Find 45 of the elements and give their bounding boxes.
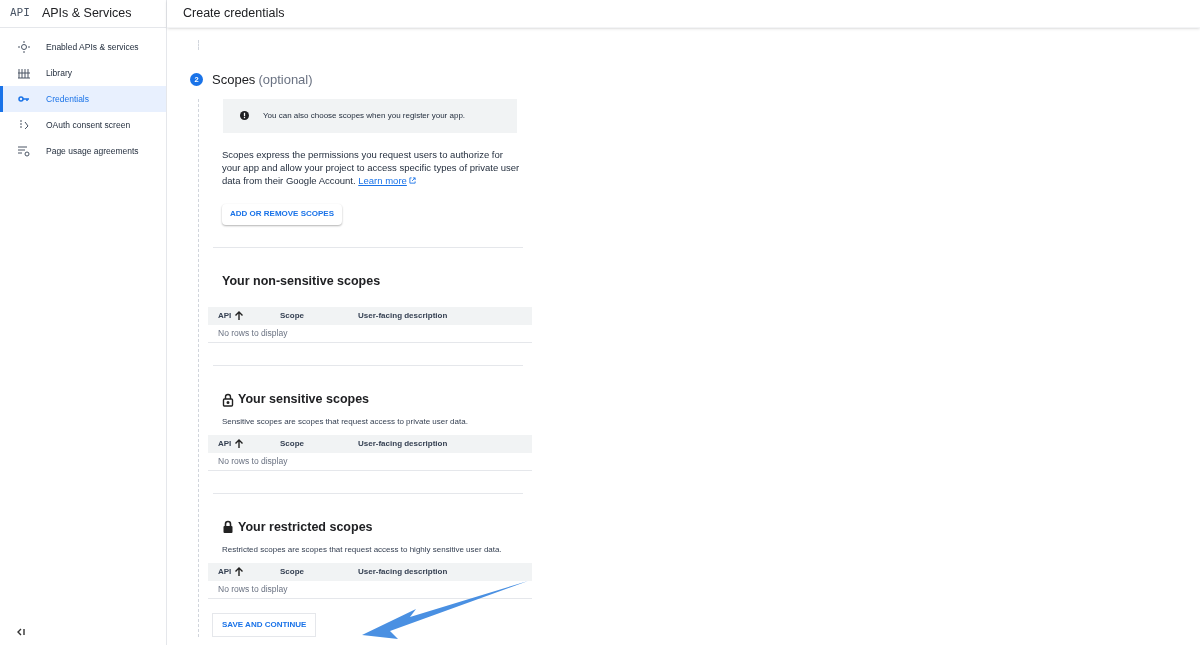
hub-icon [18, 41, 30, 53]
list-settings-icon [18, 145, 30, 157]
column-header[interactable]: API [218, 438, 230, 450]
save-and-continue-button[interactable]: SAVE AND CONTINUE [212, 612, 317, 637]
lock-icon [222, 392, 234, 407]
consent-icon [18, 119, 30, 131]
empty-table-message: No rows to display [218, 455, 288, 468]
info-icon [240, 111, 249, 120]
learn-more-link[interactable]: Learn more [358, 173, 416, 187]
column-header[interactable]: User-facing description [358, 565, 448, 578]
lock-icon [222, 520, 234, 535]
sidebar-item[interactable]: Library [0, 60, 166, 86]
section-heading: Your non-sensitive scopes [222, 272, 381, 290]
sort-arrow-icon[interactable] [234, 311, 244, 322]
collapse-icon[interactable] [16, 627, 26, 637]
api-logo: API [10, 5, 30, 22]
column-header[interactable]: API [218, 310, 230, 323]
sidebar-item[interactable]: Page usage agreements [0, 138, 166, 164]
column-header[interactable]: Scope [280, 310, 358, 323]
section-heading: Your restricted scopes [238, 519, 373, 536]
external-link-icon [408, 176, 416, 184]
key-icon [18, 93, 30, 105]
empty-table-message: No rows to display [218, 327, 288, 341]
product-title: APIs & Services [41, 5, 132, 23]
sidebar-item[interactable]: OAuth consent screen [0, 112, 166, 138]
add-remove-scopes-button[interactable]: ADD OR REMOVE SCOPES [222, 203, 342, 225]
sidebar-item[interactable]: Enabled APIs & services [0, 34, 166, 60]
sort-arrow-icon[interactable] [234, 566, 244, 577]
column-header[interactable]: User-facing description [358, 438, 448, 450]
column-header[interactable]: Scope [280, 438, 358, 450]
sidebar-item[interactable]: Credentials [0, 86, 166, 112]
scopes-description: Scopes express the permissions you request users to authorize for your app and allow your project to access specific types of private user data from their Google Account. Learn more [222, 147, 521, 187]
column-header[interactable]: User-facing description [358, 310, 448, 323]
step-optional-label: (optional) [258, 71, 313, 89]
library-icon [18, 67, 30, 79]
column-header[interactable]: Scope [280, 565, 358, 578]
section-description: Restricted scopes are scopes that request access to highly sensitive user data. [222, 543, 503, 556]
section-description: Sensitive scopes are scopes that request access to private user data. [222, 416, 469, 428]
info-text: You can also choose scopes when you register your app. [263, 109, 466, 122]
step-title: Scopes [212, 71, 256, 89]
column-header[interactable]: API [218, 565, 230, 578]
section-heading: Your sensitive scopes [238, 391, 370, 409]
page-title: Create credentials [183, 5, 285, 23]
sort-arrow-icon[interactable] [234, 439, 244, 449]
empty-table-message: No rows to display [218, 582, 288, 596]
